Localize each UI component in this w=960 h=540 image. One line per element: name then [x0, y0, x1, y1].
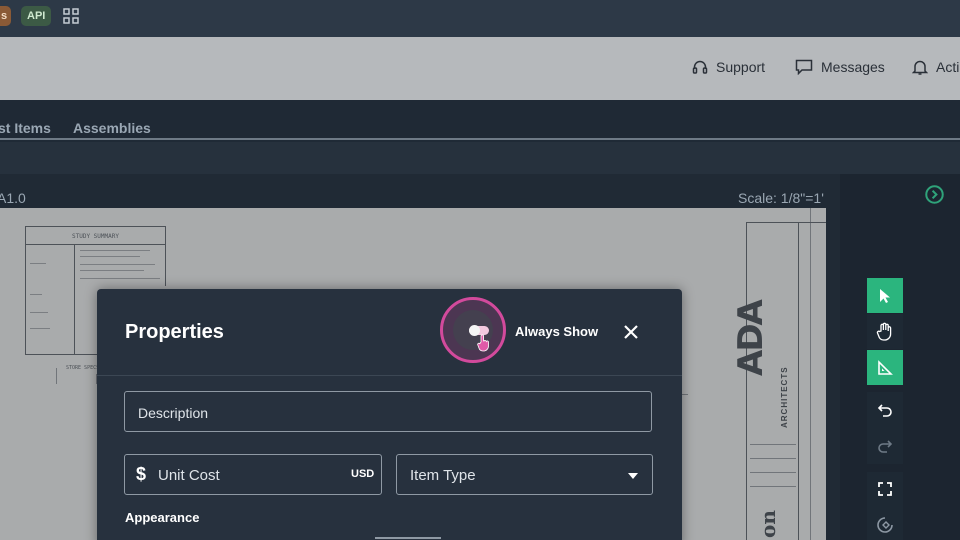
sheet-scale: Scale: 1/8"=1' — [738, 190, 824, 206]
currency-code: USD — [351, 468, 375, 480]
firm-logo: ADA — [731, 301, 771, 376]
appearance-control-edge[interactable] — [375, 537, 441, 539]
headset-icon — [692, 60, 708, 74]
grid-icon[interactable] — [63, 8, 79, 24]
description-placeholder: Description — [138, 405, 209, 421]
chevron-down-icon — [628, 473, 638, 479]
fullscreen-icon[interactable] — [877, 481, 893, 497]
description-field[interactable]: Description — [124, 391, 652, 432]
api-badge[interactable]: API — [21, 6, 52, 26]
unit-cost-field[interactable]: $ Unit Cost USD — [124, 454, 382, 495]
project-badge[interactable]: s — [0, 6, 11, 26]
tab-cost-items[interactable]: st Items — [0, 120, 51, 136]
messages-link[interactable]: Messages — [795, 57, 885, 77]
measure-tool[interactable] — [867, 350, 903, 385]
dialog-divider — [97, 375, 682, 376]
firm-logo-subtitle: ARCHITECTS — [780, 366, 789, 428]
top-bar: s API — [0, 0, 960, 37]
activity-label: Acti — [936, 59, 960, 75]
bell-icon — [912, 60, 928, 75]
history-tools — [867, 392, 903, 464]
expand-arrow-icon[interactable] — [925, 185, 944, 204]
dialog-title: Properties — [125, 321, 224, 343]
sub-toolbar — [0, 142, 960, 174]
note-label: STORE SPECS — [66, 365, 100, 371]
hand-icon — [876, 322, 892, 341]
view-tools — [867, 472, 903, 540]
appearance-section-label: Appearance — [125, 510, 200, 525]
messages-label: Messages — [821, 59, 885, 75]
chat-bubble-icon — [795, 59, 813, 75]
close-icon[interactable] — [621, 322, 641, 342]
nav-tabs: st Items Assemblies — [0, 100, 960, 140]
activity-link[interactable]: Acti — [912, 57, 959, 77]
ruler-triangle-icon — [878, 359, 893, 375]
tab-assemblies[interactable]: Assemblies — [73, 120, 151, 136]
properties-dialog: Properties Always Show Description $ Uni… — [97, 289, 682, 540]
rotate-icon[interactable] — [876, 516, 894, 534]
pan-tool[interactable] — [867, 314, 903, 349]
undo-icon[interactable] — [877, 402, 893, 418]
item-type-placeholder: Item Type — [410, 467, 476, 484]
item-type-select[interactable]: Item Type — [396, 454, 653, 495]
sheet-name: A1.0 — [0, 190, 26, 206]
dollar-icon: $ — [136, 464, 147, 484]
unit-cost-placeholder: Unit Cost — [158, 467, 220, 484]
title-block-heading: STUDY SUMMARY — [72, 233, 119, 240]
always-show-label: Always Show — [515, 324, 599, 339]
sheet-title-vertical: on — [756, 510, 780, 538]
pointer-hand-icon — [477, 334, 489, 352]
select-tool[interactable] — [867, 278, 903, 313]
cursor-icon — [880, 288, 890, 303]
app-header: Support Messages Acti — [0, 37, 960, 100]
redo-icon[interactable] — [877, 438, 893, 454]
support-label: Support — [716, 59, 766, 75]
support-link[interactable]: Support — [692, 57, 765, 77]
